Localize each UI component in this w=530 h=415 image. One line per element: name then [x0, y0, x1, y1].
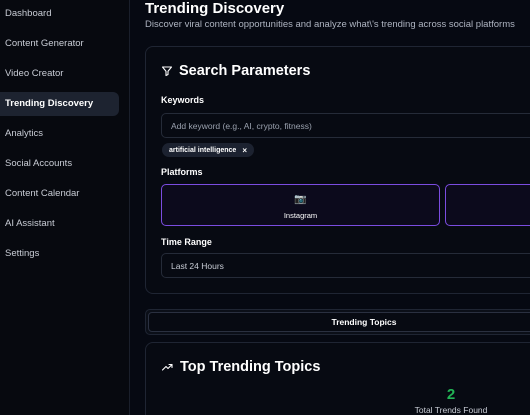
sidebar-item-settings[interactable]: Settings — [0, 242, 119, 266]
results-tab-bar: Trending Topics — [145, 309, 530, 335]
trending-up-icon — [161, 361, 174, 373]
camera-icon: 📷 — [294, 194, 307, 205]
sidebar-item-analytics[interactable]: Analytics — [0, 122, 119, 146]
top-trending-topics-title: Top Trending Topics — [180, 359, 321, 375]
total-trends-value: 2 — [446, 386, 456, 403]
sidebar-item-dashboard[interactable]: Dashboard — [0, 2, 119, 26]
time-range-select[interactable]: Last 24 Hours — [161, 253, 530, 278]
sidebar-item-social-accounts[interactable]: Social Accounts — [0, 152, 119, 176]
sidebar-item-content-calendar[interactable]: Content Calendar — [0, 182, 119, 206]
sidebar-item-video-creator[interactable]: Video Creator — [0, 62, 119, 86]
search-parameters-card: Search Parameters Keywords artificial in… — [145, 46, 530, 294]
top-trending-topics-card: Top Trending Topics 2 Total Trends Found — [145, 342, 530, 415]
search-parameters-title: Search Parameters — [179, 63, 311, 79]
platforms-label: Platforms — [161, 167, 203, 177]
keyword-chip: artificial intelligence × — [162, 143, 254, 157]
page-title: Trending Discovery — [145, 0, 285, 17]
total-trends-label: Total Trends Found — [414, 405, 488, 415]
page-subtitle: Discover viral content opportunities and… — [145, 19, 515, 30]
search-parameters-heading: Search Parameters — [161, 63, 310, 79]
keyword-chip-label: artificial intelligence — [169, 146, 237, 154]
keywords-label: Keywords — [161, 95, 205, 105]
keyword-input[interactable] — [161, 113, 530, 138]
platform-label: Instagram — [283, 211, 318, 220]
time-range-value: Last 24 Hours — [171, 260, 224, 271]
sidebar-item-content-generator[interactable]: Content Generator — [0, 32, 119, 56]
time-range-label: Time Range — [161, 237, 212, 247]
top-trending-topics-heading: Top Trending Topics — [161, 359, 320, 375]
sidebar-item-trending-discovery[interactable]: Trending Discovery — [0, 92, 119, 116]
tab-trending-topics[interactable]: Trending Topics — [148, 312, 530, 332]
platform-option-instagram[interactable]: 📷 Instagram — [161, 184, 440, 226]
main-content: Trending Discovery Discover viral conten… — [130, 0, 530, 415]
sidebar: Dashboard Content Generator Video Creato… — [0, 0, 130, 415]
filter-icon — [161, 65, 173, 77]
sidebar-item-ai-assistant[interactable]: AI Assistant — [0, 212, 119, 236]
remove-keyword-icon[interactable]: × — [242, 146, 247, 155]
platform-option[interactable] — [445, 184, 530, 226]
